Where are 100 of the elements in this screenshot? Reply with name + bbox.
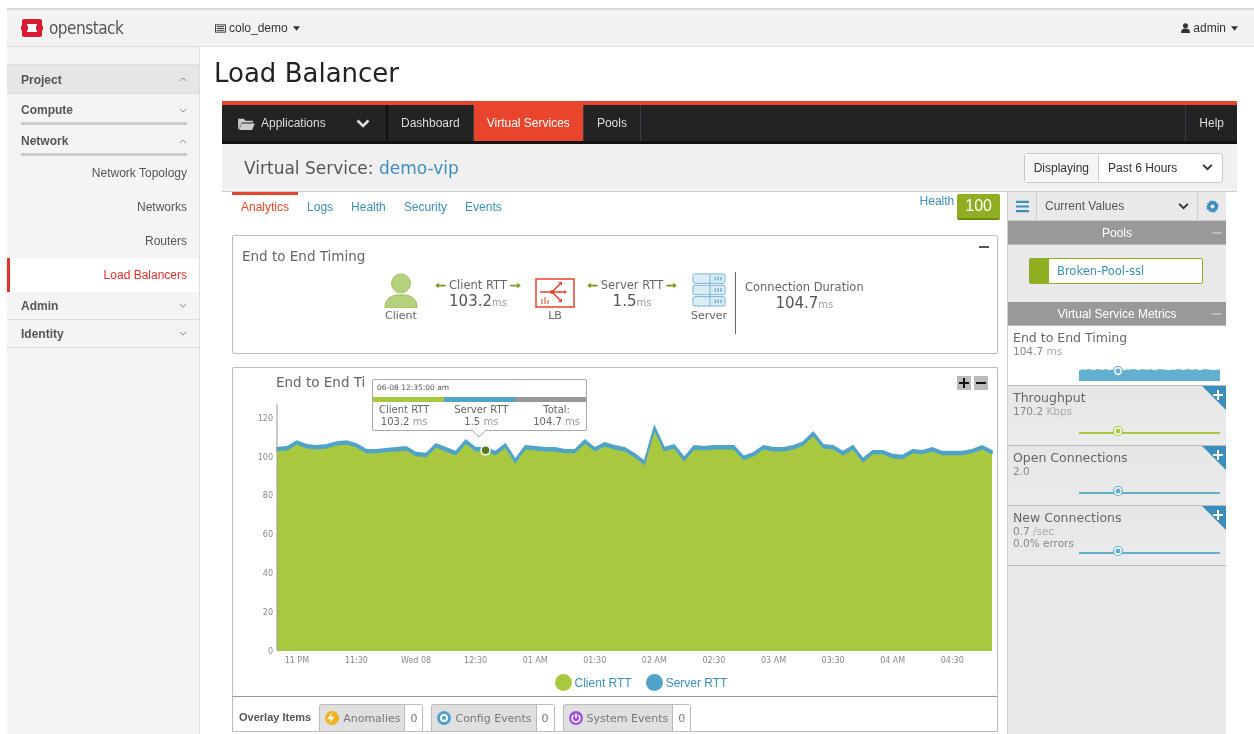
legend-label[interactable]: Server RTT <box>665 675 728 690</box>
sidebar-panel[interactable]: Compute <box>21 98 187 125</box>
rtt-label: Client RTT <box>449 278 507 292</box>
caret-icon <box>1231 25 1238 31</box>
axis-tick-label: 01 AM <box>522 656 548 665</box>
menu-icon <box>1015 199 1029 213</box>
axis-tick-label: 12:30 <box>464 656 488 665</box>
sidebar-item[interactable]: Load Balancers <box>7 258 199 292</box>
tooltip-label: Total: <box>543 404 570 416</box>
load-balancer-icon <box>535 278 575 308</box>
chevron-down-icon <box>356 118 370 128</box>
sidebar-section[interactable]: Identity <box>7 320 199 348</box>
arrow-right-icon <box>509 281 521 289</box>
sidebar-item[interactable]: Routers <box>7 224 199 258</box>
health-label: Health <box>919 193 955 208</box>
nav-tab[interactable]: Pools <box>583 105 641 141</box>
metric-value: 170.2 Kbps <box>1013 405 1074 417</box>
overlay-toggle[interactable]: Anomalies 0 <box>319 704 424 731</box>
chart-title: End to End Ti <box>276 374 366 392</box>
sidebar-section[interactable]: Project <box>7 66 199 94</box>
arrow-left-icon <box>586 281 598 289</box>
metric-value: 0.7 /sec <box>1013 525 1056 537</box>
metric-tile[interactable]: Throughput 170.2 Kbps <box>1008 386 1226 446</box>
section-title: Virtual Service Metrics <box>1056 306 1178 321</box>
user-menu[interactable]: admin <box>1181 21 1238 35</box>
overlay-toggle[interactable]: System Events 0 <box>562 704 692 731</box>
user-icon <box>384 272 418 308</box>
metric-value: 104.7 ms <box>1013 345 1064 357</box>
axis-tick-label: 03 AM <box>760 656 787 665</box>
metric-title: Throughput <box>1013 390 1086 405</box>
axis-tick-label: 0 <box>267 647 273 656</box>
metric-title: New Connections <box>1013 510 1122 525</box>
server-icon <box>692 272 726 308</box>
add-corner-icon <box>1202 386 1226 410</box>
project-icon <box>215 23 226 33</box>
nav-tab[interactable]: Virtual Services <box>473 105 584 141</box>
rtt-label: Server RTT <box>600 278 664 292</box>
zoom-in-button[interactable] <box>957 376 971 390</box>
section-tab[interactable]: Security <box>394 192 457 220</box>
logo-icon <box>21 18 43 38</box>
axis-tick-label: 04 AM <box>880 656 906 665</box>
node-label: LB <box>548 309 562 322</box>
axis-tick-label: 01:30 <box>583 656 607 665</box>
arrow-left-icon <box>435 281 446 289</box>
legend-label[interactable]: Client RTT <box>574 675 632 690</box>
overlay-count: 0 <box>535 705 554 731</box>
metric-title: Open Connections <box>1013 450 1128 465</box>
overlay-label: Overlay Items <box>239 711 312 723</box>
tooltip-value: 103.2 ms <box>380 416 428 428</box>
sidebar-item[interactable]: Network Topology <box>7 156 199 190</box>
sidebar-panel[interactable]: Network <box>21 129 187 156</box>
section-tab[interactable]: Logs <box>298 192 343 220</box>
section-tab[interactable]: Health <box>342 192 395 220</box>
pool-item[interactable]: Broken-Pool-ssl <box>1029 258 1203 284</box>
axis-tick-label: 11:30 <box>344 656 368 665</box>
section-tab[interactable]: Analytics <box>232 192 299 220</box>
caret-icon <box>292 25 300 31</box>
view-select[interactable]: Current Values <box>1036 192 1198 220</box>
applications-menu[interactable]: Applications <box>222 105 388 141</box>
node-label: Client <box>385 309 417 322</box>
overlay-toggle[interactable]: Config Events 0 <box>431 704 555 731</box>
metric-tile[interactable]: End to End Timing 104.7 ms <box>1008 326 1226 386</box>
tooltip-value: 104.7 ms <box>533 416 580 428</box>
card-title: End to End Timing <box>242 248 366 264</box>
metric-errors: 0.0% errors <box>1013 537 1075 549</box>
axis-tick-label: 20 <box>262 608 273 618</box>
sidebar-item[interactable]: Networks <box>7 190 199 224</box>
brand-name[interactable]: openstack <box>49 18 124 38</box>
collapse-icon[interactable] <box>1212 312 1222 315</box>
timing-value: 103.2ms <box>449 292 507 310</box>
axis-tick-label: 04:30 <box>940 656 964 665</box>
chevron-down-icon <box>1178 202 1189 210</box>
plus-icon <box>959 378 969 388</box>
metric-tile[interactable]: New Connections 0.7 /sec 0.0% errors <box>1008 506 1226 566</box>
axis-tick-label: 02:30 <box>702 656 726 665</box>
node-label: Server <box>690 309 728 322</box>
zoom-out-button[interactable] <box>974 376 988 390</box>
section-tab[interactable]: Events <box>456 192 511 220</box>
axis-tick-label: 11 PM <box>284 656 310 665</box>
hover-point <box>480 445 491 456</box>
axis-tick-label: 03:30 <box>821 656 845 665</box>
axis-tick-label: 80 <box>262 491 273 501</box>
add-corner-icon <box>1202 506 1226 530</box>
tooltip-label: Server RTT <box>454 404 509 416</box>
page-title: Load Balancer <box>214 57 401 90</box>
axis-tick-label: 40 <box>262 569 273 579</box>
tooltip-value: 1.5 ms <box>464 416 499 428</box>
collapse-icon[interactable] <box>1212 231 1222 234</box>
overlay-count: 0 <box>672 705 691 731</box>
sidebar-section[interactable]: Admin <box>7 292 199 320</box>
axis-tick-label: Wed 08 <box>400 656 432 665</box>
metric-value: 2.0 <box>1013 465 1031 477</box>
project-selector[interactable]: colo_demo <box>215 21 300 35</box>
duration-label: Connection Duration <box>745 280 864 294</box>
axis-tick-label: 120 <box>257 413 273 423</box>
nav-tab[interactable]: Dashboard <box>388 105 474 141</box>
help-link[interactable]: Help <box>1185 105 1237 141</box>
metric-tile[interactable]: Open Connections 2.0 <box>1008 446 1226 506</box>
health-score: 100 <box>957 194 1000 220</box>
axis-tick-label: 100 <box>257 452 273 462</box>
